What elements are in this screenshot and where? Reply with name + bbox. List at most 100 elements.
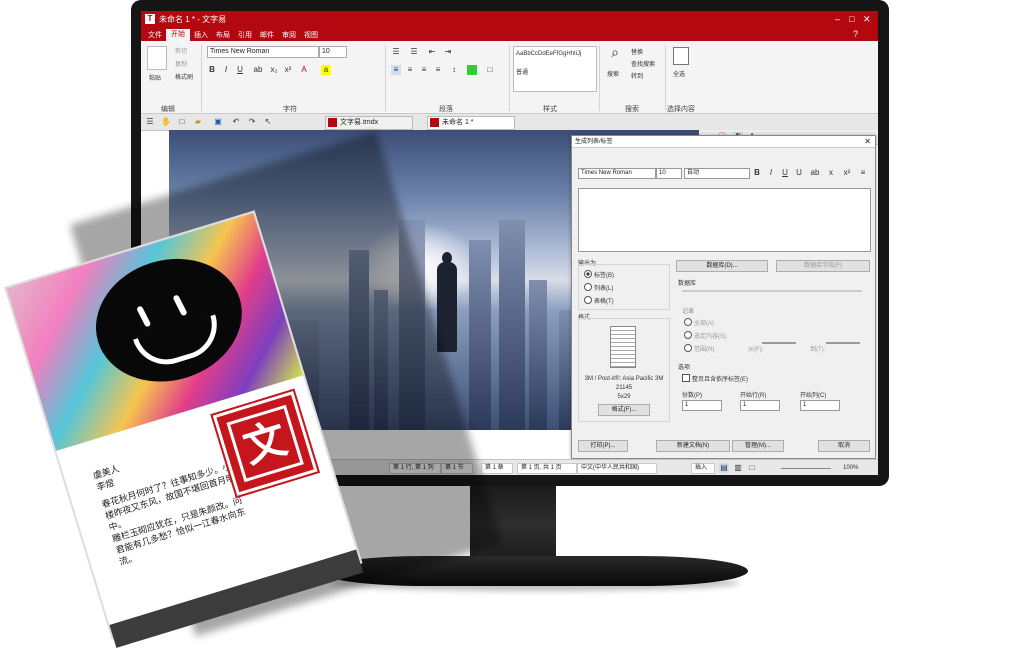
range-to-label: 到(T): [810, 347, 826, 353]
start-col-input[interactable]: 1 [800, 400, 840, 411]
format-painter-button[interactable]: 格式刷 [175, 72, 193, 81]
align-left-icon[interactable]: ≡ [391, 65, 401, 75]
dialog-underline-icon[interactable]: U [780, 168, 790, 178]
hand-icon[interactable]: ✋ [161, 117, 171, 127]
database-button[interactable]: 数据库(D)... [676, 260, 768, 272]
dialog-bold-icon[interactable]: B [752, 168, 762, 178]
radio-all[interactable] [684, 318, 692, 326]
radio-selection[interactable] [684, 331, 692, 339]
copies-input[interactable]: 1 [682, 400, 722, 411]
range-to-input[interactable] [826, 342, 860, 344]
style-sample[interactable]: AaBbCcDdEeFfGgHhIiJj [516, 51, 581, 57]
increase-indent-icon[interactable]: ⇥ [443, 47, 453, 57]
radio-table[interactable] [584, 296, 592, 304]
maximize-button[interactable]: □ [849, 14, 854, 24]
close-button[interactable]: ✕ [863, 14, 871, 25]
select-all-icon[interactable] [673, 47, 689, 65]
dialog-italic-icon[interactable]: I [766, 168, 776, 178]
minimize-button[interactable]: – [835, 14, 840, 24]
copy-button[interactable]: 复制 [175, 59, 187, 68]
decrease-indent-icon[interactable]: ⇤ [427, 47, 437, 57]
dialog-align-icon[interactable]: ≡ [858, 168, 868, 178]
tab-review[interactable]: 审阅 [277, 30, 301, 41]
style-normal[interactable]: 普通 [516, 67, 528, 76]
dialog-font-select[interactable]: Times New Roman [578, 168, 656, 179]
save-icon[interactable]: ▣ [213, 117, 223, 127]
tab-insert[interactable]: 插入 [189, 30, 213, 41]
undo-icon[interactable]: ↶ [231, 117, 241, 127]
pointer-icon[interactable]: ↖ [263, 117, 273, 127]
dialog-text-area[interactable] [578, 188, 871, 252]
zoom-level: 100% [843, 465, 859, 471]
format-button[interactable]: 格式(F)... [598, 404, 650, 416]
radio-list[interactable] [584, 283, 592, 291]
font-color-icon[interactable]: A [299, 65, 309, 75]
bold-icon[interactable]: B [207, 65, 217, 75]
redo-icon[interactable]: ↷ [247, 117, 257, 127]
status-language[interactable]: 中文(中华人民共和国) [577, 463, 657, 474]
doc-tab-2[interactable]: 未命名 1 * [427, 116, 515, 130]
paste-icon[interactable] [147, 46, 167, 70]
help-icon[interactable]: ? [853, 29, 858, 39]
font-name-select[interactable]: Times New Roman [207, 46, 319, 58]
new-document-button[interactable]: 新建文档(N) [656, 440, 730, 452]
view-outline-icon[interactable]: □ [747, 463, 757, 473]
cancel-button[interactable]: 取消 [818, 440, 870, 452]
status-insert-mode[interactable]: 插入 [691, 463, 715, 474]
goto-button[interactable]: 转到 [631, 71, 643, 80]
shading-icon[interactable] [467, 65, 477, 75]
person-silhouette [437, 262, 457, 352]
subscript-icon[interactable]: x₂ [269, 65, 279, 75]
zoom-slider[interactable] [781, 468, 831, 469]
bullets-icon[interactable]: ☰ [391, 47, 401, 57]
highlight-icon[interactable]: a [321, 65, 331, 75]
dialog-size-select[interactable]: 10 [656, 168, 682, 179]
tab-layout[interactable]: 布局 [211, 30, 235, 41]
open-icon[interactable]: ▰ [193, 117, 203, 127]
font-size-select[interactable]: 10 [319, 46, 347, 58]
manage-button[interactable]: 管理(M)... [732, 440, 784, 452]
group-label-font: 字符 [283, 106, 297, 113]
numbering-icon[interactable]: ☰ [409, 47, 419, 57]
align-right-icon[interactable]: ≡ [419, 65, 429, 75]
radio-range[interactable] [684, 344, 692, 352]
line-spacing-icon[interactable]: ↕ [449, 65, 459, 75]
replace-button[interactable]: 替换 [631, 47, 643, 56]
dialog-underline2-icon[interactable]: U [794, 168, 804, 178]
menu-icon[interactable]: ☰ [145, 117, 155, 127]
align-center-icon[interactable]: ≡ [405, 65, 415, 75]
italic-icon[interactable]: I [221, 65, 231, 75]
strikethrough-icon[interactable]: ab [253, 65, 263, 75]
tab-references[interactable]: 引用 [233, 30, 257, 41]
underline-icon[interactable]: U [235, 65, 245, 75]
tab-view[interactable]: 视图 [299, 30, 323, 41]
view-page-icon[interactable]: ▥ [733, 463, 743, 473]
superscript-icon[interactable]: x² [283, 65, 293, 75]
radio-table-text: 表格(T) [594, 299, 614, 305]
print-button[interactable]: 打印(P)... [578, 440, 628, 452]
dialog-close-icon[interactable]: ✕ [864, 136, 871, 148]
database-field-button[interactable]: 数据库字段(F) [776, 260, 870, 272]
style-gallery[interactable]: AaBbCcDdEeFfGgHhIiJj 普通 [513, 46, 597, 92]
start-row-input[interactable]: 1 [740, 400, 780, 411]
new-document-icon[interactable]: □ [177, 117, 187, 127]
dialog-strike-icon[interactable]: ab [810, 168, 820, 178]
app-icon: T [145, 14, 155, 24]
document-icon [430, 118, 439, 127]
range-from-input[interactable] [762, 342, 796, 344]
database-field[interactable] [682, 290, 862, 292]
search-icon[interactable]: ⌕ [607, 45, 623, 63]
tab-file[interactable]: 文件 [143, 30, 167, 41]
justify-icon[interactable]: ≡ [433, 65, 443, 75]
tab-mailings[interactable]: 邮件 [255, 30, 279, 41]
dialog-superscript-icon[interactable]: x² [842, 168, 852, 178]
dialog-color-select[interactable]: 自动 [684, 168, 750, 179]
view-normal-icon[interactable]: ▤ [719, 463, 729, 473]
skip-empty-checkbox[interactable] [682, 374, 690, 382]
cut-button[interactable]: 剪切 [175, 46, 187, 55]
border-icon[interactable]: □ [485, 65, 495, 75]
doc-tab-1[interactable]: 文字易.tmdx [325, 116, 413, 130]
dialog-subscript-icon[interactable]: x [826, 168, 836, 178]
find-replace-button[interactable]: 查找搜索 [631, 59, 655, 68]
radio-label[interactable] [584, 270, 592, 278]
